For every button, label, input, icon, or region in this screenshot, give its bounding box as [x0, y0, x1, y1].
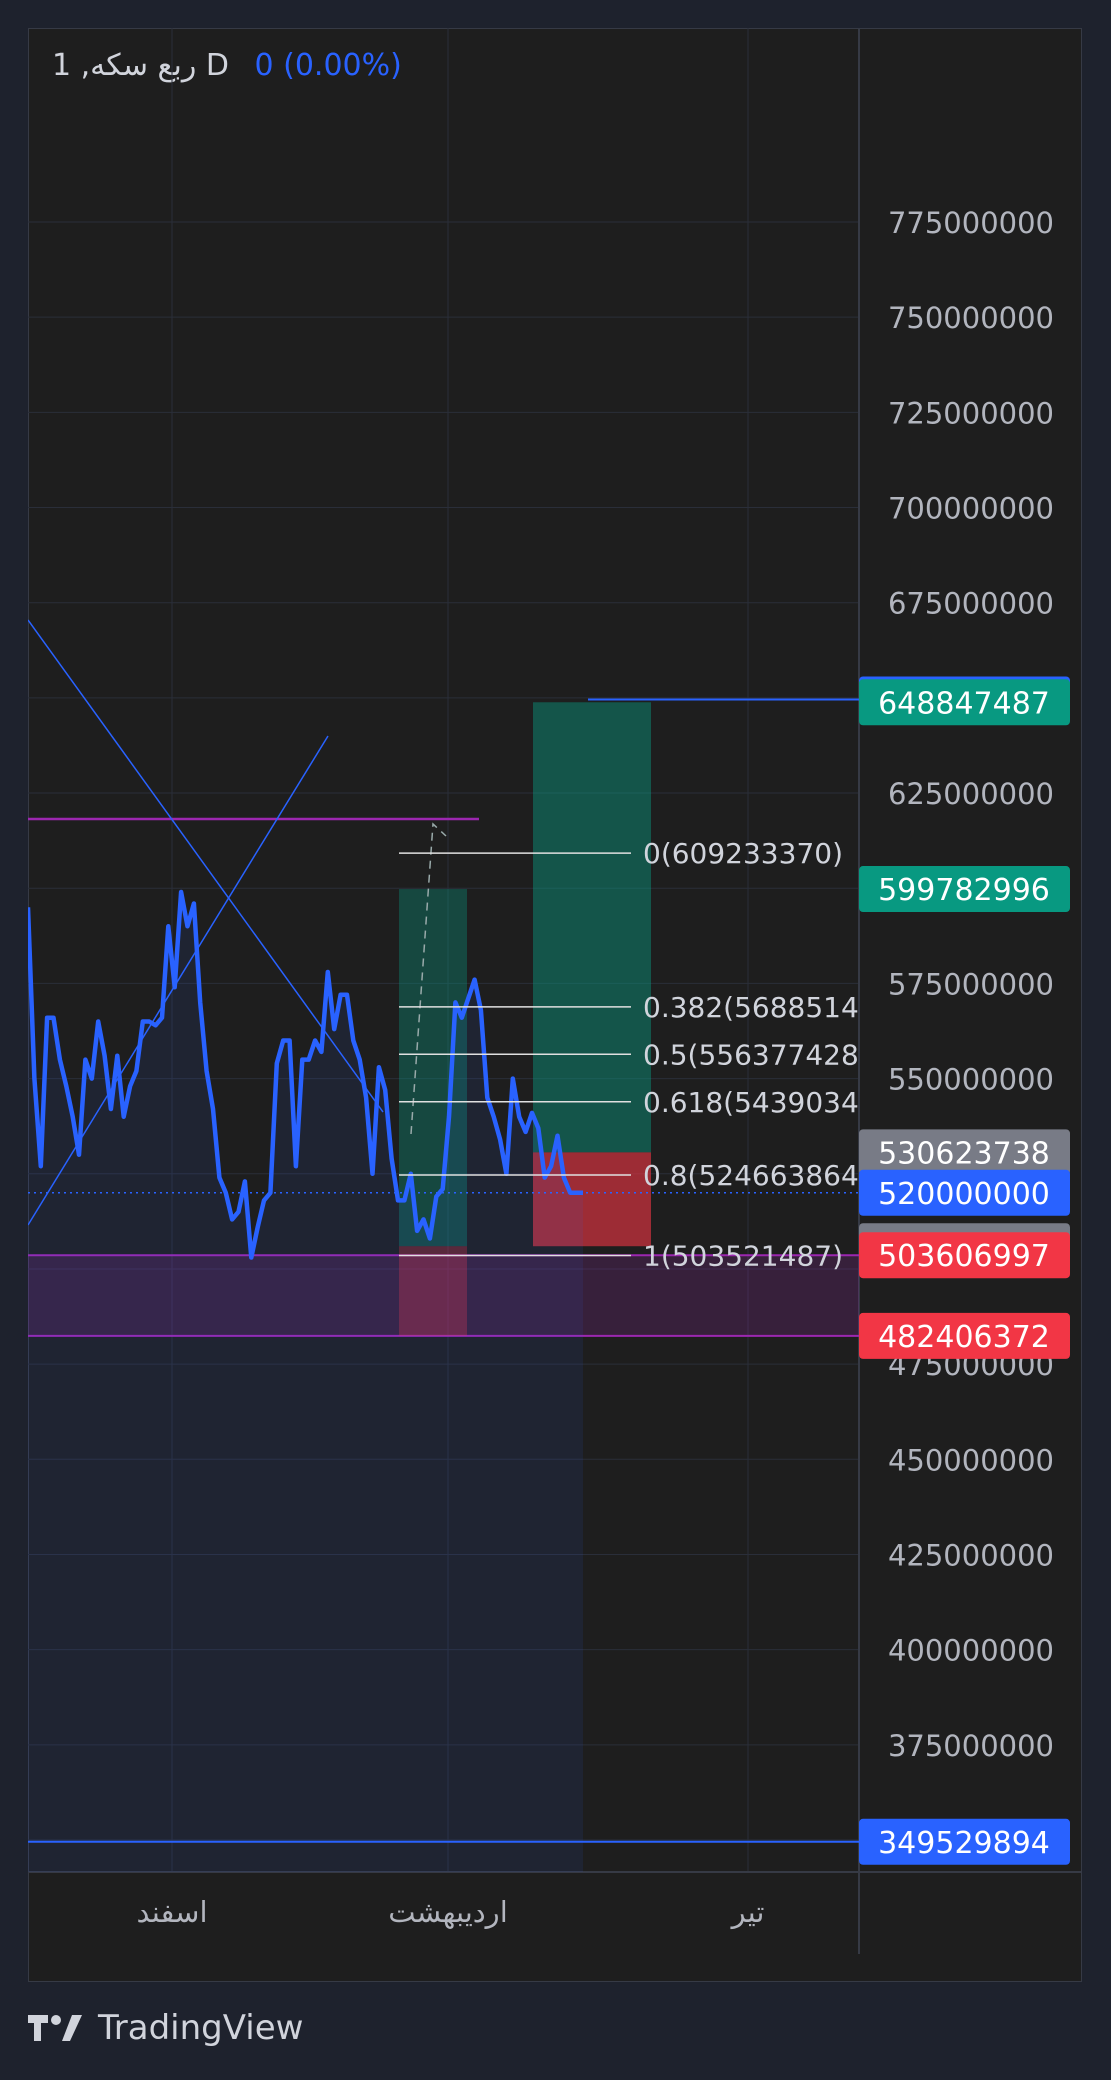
x-tick-label: اردیبهشت [388, 1895, 508, 1929]
price-label-text: 349529894 [878, 1826, 1050, 1861]
tradingview-brand[interactable]: TradingView [28, 2008, 303, 2048]
fib-level-label: 0.618(5439034 [643, 1086, 859, 1119]
y-tick-label: 675000000 [888, 587, 1054, 621]
y-tick-label: 450000000 [888, 1443, 1054, 1477]
x-tick-label: تیر [730, 1895, 765, 1929]
y-tick-label: 750000000 [888, 301, 1054, 335]
y-tick-label: 375000000 [888, 1729, 1054, 1763]
y-tick-label: 425000000 [888, 1538, 1054, 1572]
fib-level-label: 0(609233370) [643, 837, 843, 870]
y-tick-label: 575000000 [888, 967, 1054, 1001]
position-profit-zone [533, 702, 651, 1153]
y-tick-label: 400000000 [888, 1634, 1054, 1668]
plot-layer: 0(609233370) 0.382(5688514 0.5(556377428 0.… [28, 619, 859, 1872]
price-label-text: 520000000 [878, 1177, 1050, 1212]
price-label-text: 503606997 [878, 1239, 1050, 1274]
x-tick-label: اسفند [137, 1895, 208, 1929]
fib-level-label: 0.382(5688514 [643, 991, 859, 1024]
price-area [28, 892, 583, 1872]
y-tick-label: 625000000 [888, 777, 1054, 811]
price-label-text: 530623738 [878, 1136, 1050, 1171]
tradingview-logo-icon [28, 2015, 82, 2041]
fib-level-label: 0.8(524663864 [643, 1159, 859, 1192]
price-chart[interactable]: 0(609233370) 0.382(5688514 0.5(556377428 0.… [28, 28, 1082, 1982]
price-label-text: 599782996 [878, 873, 1050, 908]
fib-level-label: 0.5(556377428 [643, 1038, 859, 1071]
y-tick-label: 775000000 [888, 206, 1054, 240]
y-tick-label: 725000000 [888, 396, 1054, 430]
y-tick-label: 550000000 [888, 1063, 1054, 1097]
y-tick-label: 700000000 [888, 492, 1054, 526]
price-label-text: 648847487 [878, 686, 1050, 721]
brand-name: TradingView [98, 2008, 304, 2048]
fib-level-label: 1(503521487) [643, 1240, 843, 1273]
price-label-text: 482406372 [878, 1320, 1050, 1355]
